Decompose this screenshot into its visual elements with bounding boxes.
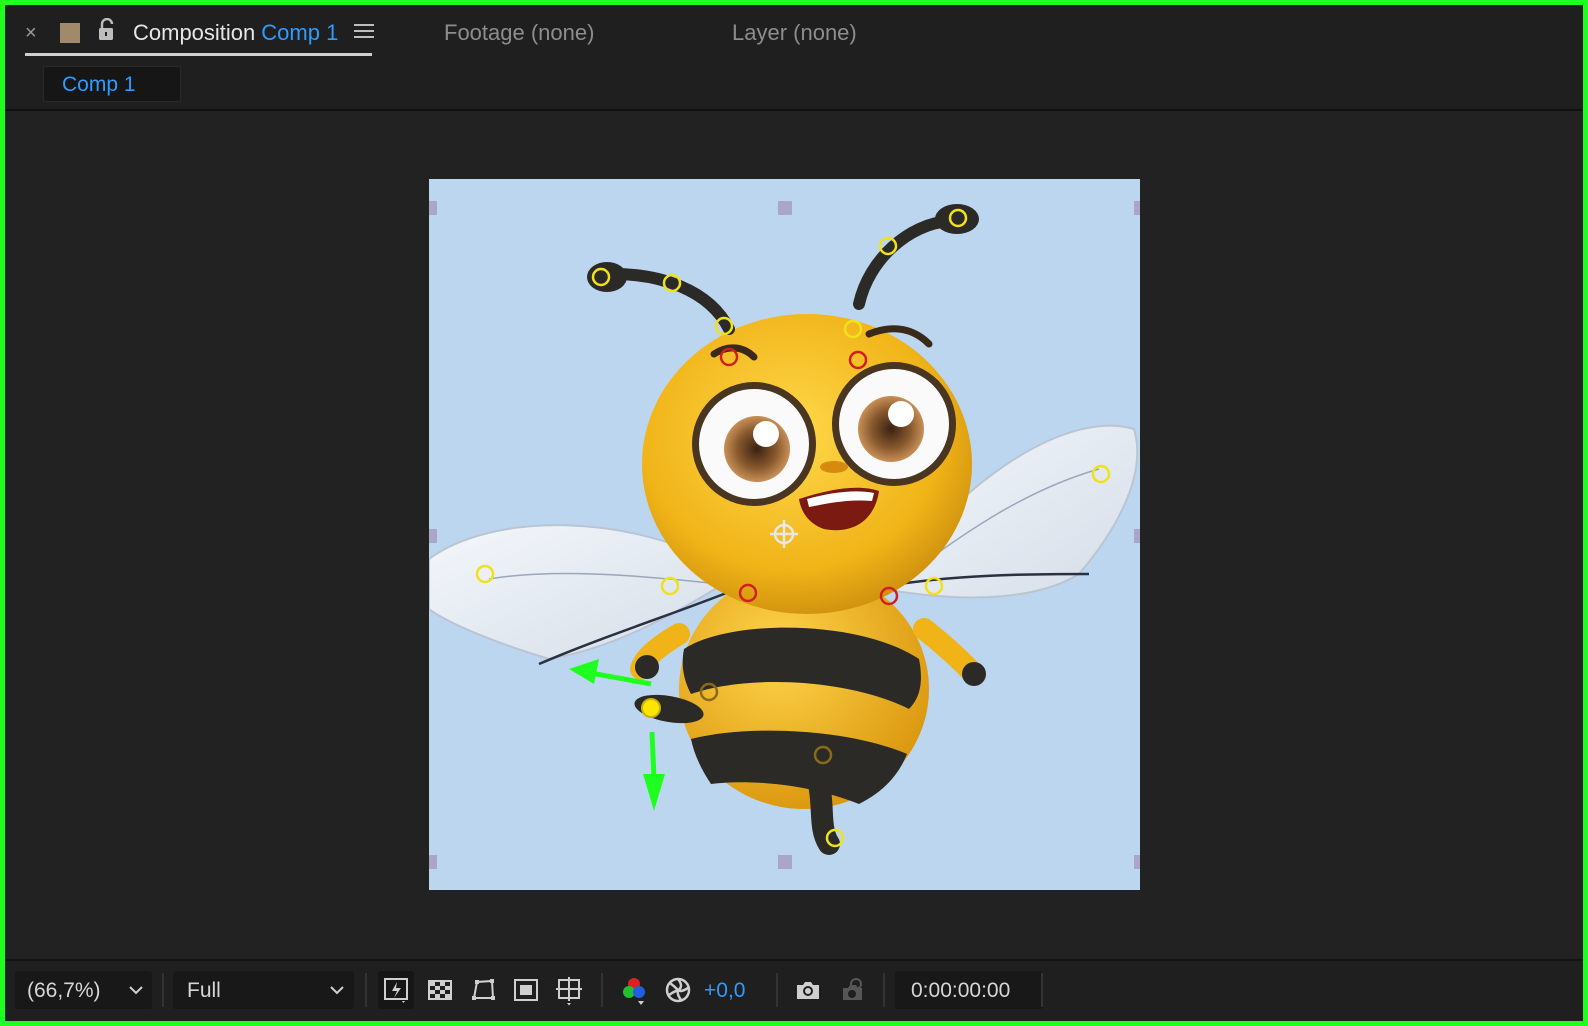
resolution-dropdown[interactable]: Full <box>173 971 354 1009</box>
tab-composition-prefix: Composition <box>133 20 256 45</box>
mask-path-icon[interactable] <box>465 971 501 1009</box>
comp-breadcrumb-label: Comp 1 <box>62 73 136 96</box>
composition-viewer[interactable] <box>5 112 1583 964</box>
chevron-down-icon <box>129 986 143 995</box>
selected-pin[interactable] <box>641 698 661 718</box>
panel-tab-bar: × Composition Comp 1 Footage (none) Layer… <box>5 5 1583 60</box>
snapshot-camera-icon[interactable] <box>790 971 826 1009</box>
comp-breadcrumb[interactable]: Comp 1 <box>43 66 181 102</box>
grid-guides-icon[interactable] <box>551 971 587 1009</box>
screenshot-frame: × Composition Comp 1 Footage (none) Layer… <box>0 0 1588 1026</box>
tab-composition[interactable]: Composition Comp 1 <box>133 20 338 46</box>
region-of-interest-icon[interactable] <box>508 971 544 1009</box>
channel-rgb-icon[interactable] <box>616 971 652 1009</box>
resolution-value: Full <box>187 979 221 1002</box>
timecode-value: 0:00:00:00 <box>911 979 1011 1002</box>
fast-preview-icon[interactable] <box>378 971 414 1009</box>
bee-artwork[interactable] <box>429 179 1140 890</box>
tab-layer[interactable]: Layer (none) <box>732 20 857 46</box>
magnification-dropdown[interactable]: (66,7%) <box>15 971 152 1009</box>
toolbar-divider <box>162 973 164 1007</box>
lock-icon[interactable] <box>96 17 118 42</box>
comp-color-swatch[interactable] <box>60 23 80 43</box>
composition-navigator: Comp 1 <box>5 60 1583 111</box>
show-snapshot-icon[interactable] <box>834 971 870 1009</box>
close-panel-button[interactable]: × <box>25 23 37 43</box>
motion-arrows <box>569 659 665 811</box>
exposure-value[interactable]: +0,0 <box>704 979 745 1003</box>
toolbar-divider <box>1041 973 1043 1007</box>
tab-footage[interactable]: Footage (none) <box>444 20 594 46</box>
transparency-grid-icon[interactable] <box>422 971 458 1009</box>
current-time-display[interactable]: 0:00:00:00 <box>895 971 1043 1009</box>
chevron-down-icon <box>330 986 344 995</box>
exposure-reset-icon[interactable] <box>660 971 696 1009</box>
toolbar-divider <box>601 973 603 1007</box>
toolbar-divider <box>883 973 885 1007</box>
panel-menu-icon[interactable] <box>354 24 374 40</box>
magnification-value: (66,7%) <box>27 979 101 1002</box>
viewer-toolbar: (66,7%) Full +0,0 0:00:00:00 <box>5 959 1583 1021</box>
toolbar-divider <box>776 973 778 1007</box>
active-tab-indicator <box>25 53 372 56</box>
composition-canvas[interactable] <box>429 179 1140 890</box>
toolbar-divider <box>365 973 367 1007</box>
tab-composition-name: Comp 1 <box>261 20 339 45</box>
